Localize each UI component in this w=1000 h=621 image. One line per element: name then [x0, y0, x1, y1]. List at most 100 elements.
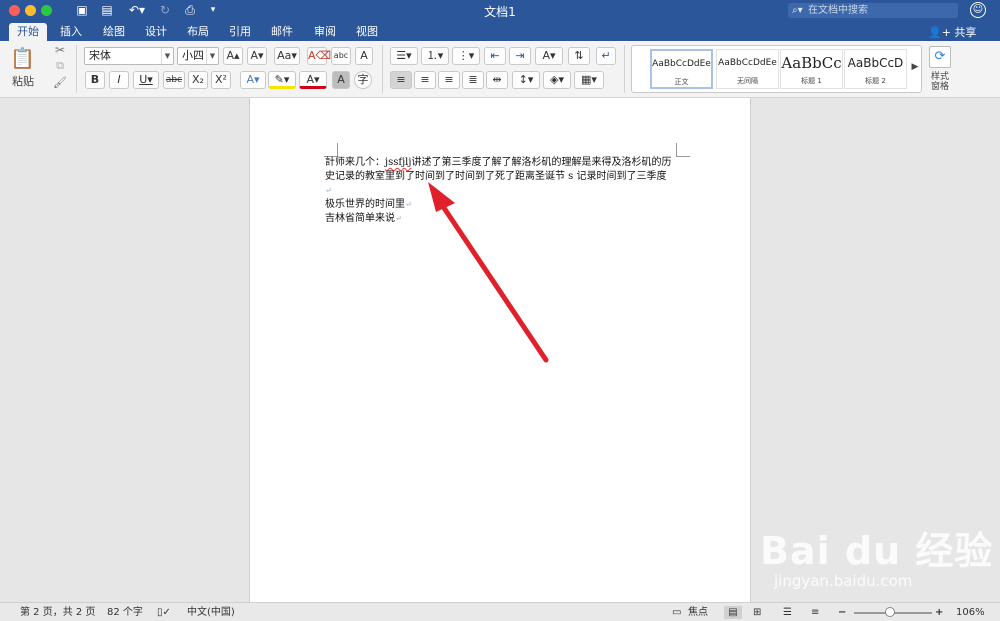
proofing-icon[interactable]: ▯✓ — [157, 606, 171, 619]
chevron-down-icon: ▼ — [161, 48, 173, 64]
customize-toolbar-icon[interactable]: ▾ — [206, 3, 220, 18]
text-run: 极乐世界的时间里 — [325, 199, 405, 210]
style-no-spacing[interactable]: AaBbCcDdEe 无间隔 — [716, 49, 779, 89]
watermark-brand: Bai du 经验 — [760, 529, 994, 573]
document-body[interactable]: 計师来几个：jssfjlj讲述了第三季度了解了解洛杉矶的理解是来得及洛杉矶的历史… — [325, 156, 673, 226]
tab-insert[interactable]: 插入 — [52, 23, 90, 41]
sort-button[interactable]: ⇅ — [568, 47, 590, 65]
grow-font-button[interactable]: A▴ — [223, 47, 243, 65]
underline-button[interactable]: U▾ — [133, 71, 159, 89]
search-icon: ⌕▾ — [792, 5, 803, 16]
align-center-button[interactable]: ≡ — [414, 71, 436, 89]
change-case-button[interactable]: Aa▾ — [274, 47, 300, 65]
undo-icon[interactable]: ↶▾ — [124, 3, 150, 18]
zoom-slider-handle[interactable] — [885, 607, 895, 617]
style-normal[interactable]: AaBbCcDdEe 正文 — [650, 49, 713, 89]
chevron-down-icon: ▼ — [206, 48, 218, 64]
chevron-right-icon[interactable]: ▶ — [910, 62, 920, 72]
cut-icon[interactable]: ✂ — [52, 43, 68, 57]
paragraph-mark-icon: ↵ — [395, 214, 402, 223]
bold-button[interactable]: B — [85, 71, 105, 89]
tab-design[interactable]: 设计 — [137, 23, 175, 41]
outline-view-icon[interactable]: ☰ — [783, 606, 792, 619]
italic-button[interactable]: I — [109, 71, 129, 89]
asian-layout-button[interactable]: A▾ — [535, 47, 563, 65]
tab-layout[interactable]: 布局 — [179, 23, 217, 41]
watermark-url: jingyan.baidu.com — [774, 572, 913, 590]
margin-corner-mark — [676, 143, 690, 157]
redo-icon[interactable]: ↻ — [157, 3, 173, 18]
tab-references[interactable]: 引用 — [221, 23, 259, 41]
tab-mailings[interactable]: 邮件 — [263, 23, 301, 41]
focus-mode-icon[interactable]: ▭ — [672, 606, 681, 619]
zoom-out-button[interactable]: − — [838, 606, 846, 619]
text-effects-button[interactable]: A▾ — [240, 71, 266, 89]
highlight-button[interactable]: ✎▾ — [268, 71, 296, 89]
share-button[interactable]: 👤+ 共享 — [928, 24, 976, 40]
align-left-button[interactable]: ≡ — [390, 71, 412, 89]
minimize-window-button[interactable] — [25, 5, 36, 16]
increase-indent-button[interactable]: ⇥ — [509, 47, 531, 65]
document-page[interactable]: 計师来几个：jssfjlj讲述了第三季度了解了解洛杉矶的理解是来得及洛杉矶的历史… — [249, 98, 751, 602]
focus-mode-label[interactable]: 焦点 — [688, 606, 708, 619]
distributed-button[interactable]: ⇹ — [486, 71, 508, 89]
style-heading-1[interactable]: AaBbCc 标题 1 — [780, 49, 843, 89]
superscript-button[interactable]: X² — [211, 71, 231, 89]
style-heading-2[interactable]: AaBbCcD 标题 2 — [844, 49, 907, 89]
close-window-button[interactable] — [9, 5, 20, 16]
character-border-button[interactable]: A — [355, 47, 373, 65]
phonetic-guide-button[interactable]: abc — [331, 47, 351, 65]
clear-formatting-button[interactable]: A⌫ — [307, 47, 331, 65]
font-name-select[interactable]: 宋体 ▼ — [84, 47, 174, 65]
zoom-in-button[interactable]: + — [935, 606, 943, 619]
sidebar-toggle-icon[interactable]: ▣ — [74, 3, 90, 18]
justify-button[interactable]: ≣ — [462, 71, 484, 89]
tab-view[interactable]: 视图 — [348, 23, 386, 41]
styles-pane-button-label[interactable]: 样式 窗格 — [924, 72, 956, 92]
language-indicator[interactable]: 中文(中国) — [187, 606, 235, 619]
tab-review[interactable]: 审阅 — [306, 23, 344, 41]
enclose-characters-button[interactable]: 字 — [354, 71, 372, 89]
copy-icon[interactable]: ⧉ — [52, 59, 68, 73]
font-size-select[interactable]: 小四 ▼ — [177, 47, 219, 65]
search-input[interactable]: ⌕▾ 在文档中搜索 — [788, 3, 958, 18]
zoom-window-button[interactable] — [41, 5, 52, 16]
text-run: 吉林省简单来说 — [325, 213, 395, 224]
decrease-indent-button[interactable]: ⇤ — [484, 47, 506, 65]
multilevel-list-button[interactable]: ⋮▾ — [452, 47, 480, 65]
strikethrough-button[interactable]: abc — [163, 71, 185, 89]
word-count[interactable]: 82 个字 — [107, 606, 143, 619]
line-spacing-button[interactable]: ↕▾ — [512, 71, 540, 89]
search-placeholder: 在文档中搜索 — [808, 5, 868, 16]
numbering-button[interactable]: ⒈▾ — [421, 47, 449, 65]
align-right-button[interactable]: ≡ — [438, 71, 460, 89]
paragraph: 吉林省简单来说↵ — [325, 212, 673, 226]
tab-home[interactable]: 开始 — [9, 23, 47, 41]
font-size-value: 小四 — [182, 49, 204, 62]
draft-view-icon[interactable]: ≡ — [811, 606, 819, 619]
page-count[interactable]: 第 2 页，共 2 页 — [20, 606, 95, 619]
paragraph-mark-icon: ↵ — [405, 200, 412, 209]
web-layout-view-icon[interactable]: ⊞ — [753, 606, 761, 619]
zoom-level[interactable]: 106% — [956, 606, 985, 619]
print-layout-view-icon[interactable]: ▤ — [724, 606, 742, 619]
shading-button[interactable]: ◈▾ — [543, 71, 571, 89]
subscript-button[interactable]: X₂ — [188, 71, 208, 89]
show-marks-button[interactable]: ↵ — [596, 47, 616, 65]
clipboard-icon[interactable]: 📋 — [10, 45, 35, 71]
format-painter-icon[interactable]: 🖌 — [52, 76, 68, 89]
font-color-button[interactable]: A▾ — [299, 71, 327, 89]
ribbon-home: 📋 粘贴 ✂ ⧉ 🖌 宋体 ▼ 小四 ▼ A▴ A▾ Aa▾ A⌫ abc A … — [0, 41, 1000, 98]
style-sample: AaBbCc — [781, 54, 842, 72]
print-icon[interactable]: ⎙ — [181, 3, 199, 18]
feedback-smiley-icon[interactable]: ☺ — [970, 2, 986, 18]
styles-pane-icon[interactable]: ⟳ — [929, 46, 951, 68]
shrink-font-button[interactable]: A▾ — [247, 47, 267, 65]
character-shading-button[interactable]: A — [332, 71, 350, 89]
tab-draw[interactable]: 绘图 — [95, 23, 133, 41]
borders-button[interactable]: ▦▾ — [574, 71, 604, 89]
style-name: 正文 — [674, 78, 689, 86]
bullets-button[interactable]: ☰▾ — [390, 47, 418, 65]
save-icon[interactable]: ▤ — [99, 3, 115, 18]
paste-button-label[interactable]: 粘贴 — [8, 73, 38, 89]
